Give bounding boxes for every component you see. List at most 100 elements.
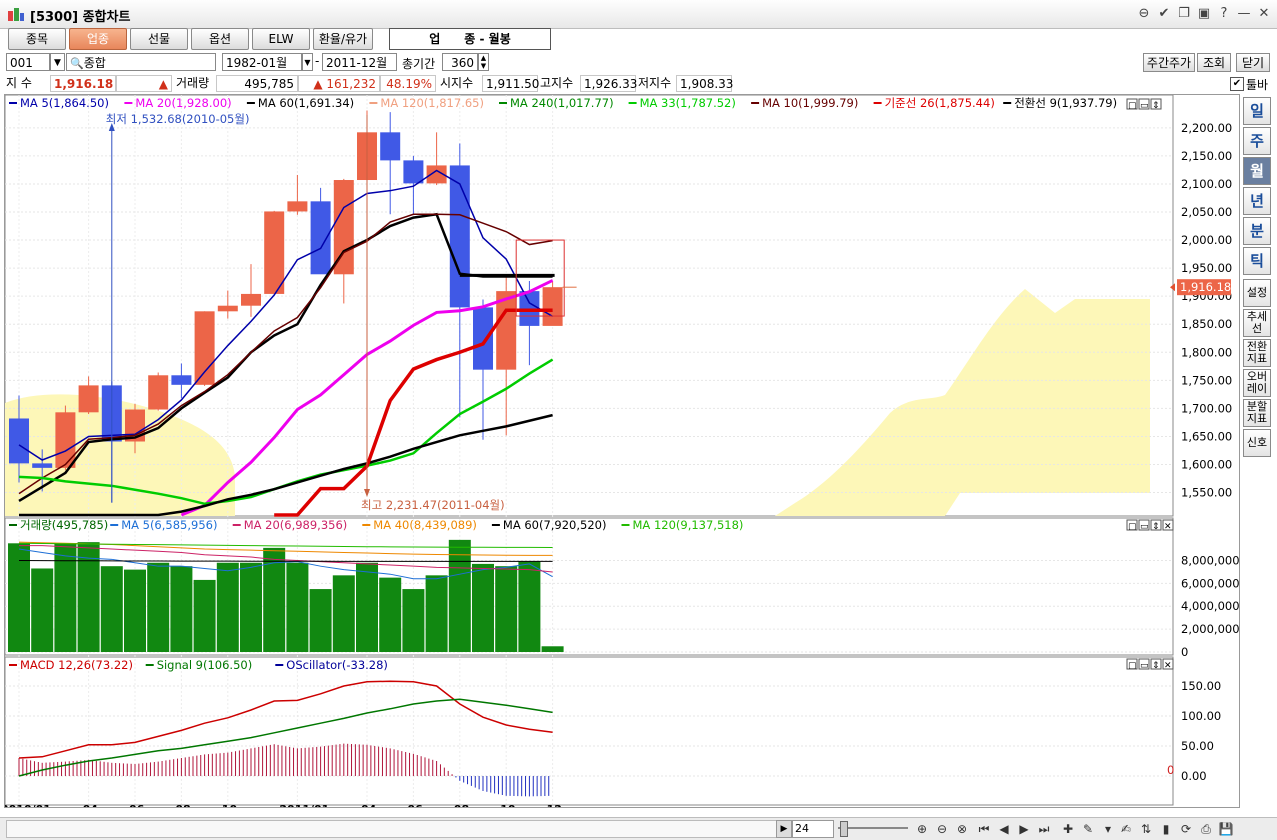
volume-legend-item: MA 120(9,137,518) (633, 518, 744, 532)
period-input[interactable]: 360 (442, 53, 478, 71)
period-button-11[interactable]: 신호 (1243, 429, 1271, 457)
search-icon[interactable]: 🔍 (70, 57, 84, 70)
bar-icon[interactable]: ▮ (1158, 821, 1174, 837)
x-tick-label: 10 (500, 803, 516, 807)
candle-body (264, 211, 285, 294)
panel-control-icon: ▢ (1128, 101, 1137, 111)
refresh-icon[interactable]: ⟳ (1178, 821, 1194, 837)
panel-control-icon: ▢ (1128, 522, 1137, 532)
macd-legend-item: Signal 9(106.50) (157, 658, 253, 672)
candle-body (148, 375, 169, 410)
check-icon[interactable]: ✔ (1156, 6, 1172, 22)
display-count-input[interactable]: 24 (792, 820, 834, 838)
draw-icon[interactable]: ✍ (1118, 821, 1134, 837)
period-button-10[interactable]: 분할지표 (1243, 399, 1271, 427)
scroll-right-icon[interactable]: ▶ (776, 820, 792, 838)
period-button-1[interactable]: 주 (1243, 127, 1271, 155)
minimize-icon[interactable]: — (1236, 6, 1252, 22)
low-value: 1,908.33 (676, 75, 733, 92)
low-annotation-text: 최저 1,532.68(2010-05월) (106, 112, 250, 126)
volume-bar (54, 543, 77, 652)
zoom-out-icon[interactable]: ⊖ (934, 821, 950, 837)
volume-legend-item: 거래량(495,785) (20, 518, 108, 532)
change-value: ▲ 68.67 (116, 75, 172, 108)
x-tick-label: 2011/01 (279, 803, 329, 807)
period-button-5[interactable]: 틱 (1243, 247, 1271, 275)
period-button-6[interactable]: 설정 (1243, 279, 1271, 307)
close-icon[interactable]: ✕ (1256, 6, 1272, 22)
period-button-9[interactable]: 오버레이 (1243, 369, 1271, 397)
start-date-dropdown-icon[interactable]: ▼ (302, 53, 313, 71)
chart-svg[interactable]: 1,550.00 1,600.00 1,650.00 1,700.00 1,750.00… (5, 95, 1239, 807)
price-tick-label: 1,700.00 (1181, 401, 1232, 415)
industry-period-label: 업 종 - 월봉 (389, 28, 551, 50)
volume-legend-item: MA 20(6,989,356) (244, 518, 348, 532)
price-tick-label: 2,050.00 (1181, 205, 1232, 219)
x-tick-label: 06 (129, 803, 145, 807)
tab-industry[interactable]: 업종 (69, 28, 127, 50)
horizontal-scrollbar[interactable] (6, 820, 778, 838)
volume-bar (448, 539, 471, 652)
volume-bar (100, 566, 123, 652)
price-tick-label: 1,550.00 (1181, 486, 1232, 500)
weekly-price-button[interactable]: 주간주가 (1143, 53, 1195, 72)
restore-icon[interactable]: ▣ (1196, 6, 1212, 22)
print-icon[interactable]: ⎙ (1198, 821, 1214, 837)
dropdown-icon[interactable]: ▾ (1100, 821, 1116, 837)
volume-bar (425, 575, 448, 652)
indicator-icon[interactable]: ⇅ (1138, 821, 1154, 837)
close-button[interactable]: 닫기 (1236, 53, 1270, 72)
first-page-icon[interactable]: ⏮ (976, 821, 992, 837)
zoom-slider[interactable] (838, 820, 908, 837)
period-button-4[interactable]: 분 (1243, 217, 1271, 245)
tab-elw[interactable]: ELW (252, 28, 310, 50)
code-dropdown-icon[interactable]: ▼ (50, 53, 65, 71)
zoom-in-icon[interactable]: ⊕ (914, 821, 930, 837)
price-legend-item: MA 33(1,787.52) (640, 96, 736, 110)
chart-area[interactable]: 1,550.00 1,600.00 1,650.00 1,700.00 1,750.00… (4, 94, 1240, 808)
candle-body (380, 132, 401, 161)
zoom-reset-icon[interactable]: ⊗ (954, 821, 970, 837)
period-button-8[interactable]: 전환지표 (1243, 339, 1271, 367)
volume-change: ▲ 161,232 천 (298, 75, 380, 108)
panel-control-icon: ⇕ (1152, 101, 1160, 111)
price-tick-label: 2,100.00 (1181, 177, 1232, 191)
period-button-7[interactable]: 추세선 (1243, 309, 1271, 337)
prev-icon[interactable]: ◀ (996, 821, 1012, 837)
pen-icon[interactable]: ✎ (1080, 821, 1096, 837)
macd-zero-tag: 0 (1167, 763, 1174, 777)
panel-control-icon: ▭ (1140, 522, 1149, 532)
period-spinner[interactable]: ▲ ▼ (478, 53, 489, 71)
tray-icon[interactable]: ⊖ (1136, 6, 1152, 22)
price-legend-item: MA 20(1,928.00) (135, 96, 231, 110)
last-page-icon[interactable]: ⏭ (1036, 821, 1052, 837)
period-button-3[interactable]: 년 (1243, 187, 1271, 215)
volume-legend-item: MA 40(8,439,089) (373, 518, 477, 532)
tab-stock[interactable]: 종목 (8, 28, 66, 50)
candle-body (55, 412, 76, 468)
volume-bar (541, 646, 564, 652)
period-button-0[interactable]: 일 (1243, 97, 1271, 125)
toolbar-toggle-checkbox[interactable]: ✔ (1230, 77, 1244, 91)
query-button[interactable]: 조회 (1197, 53, 1231, 72)
tab-options[interactable]: 옵션 (191, 28, 249, 50)
next-icon[interactable]: ▶ (1016, 821, 1032, 837)
price-tick-label: 1,600.00 (1181, 458, 1232, 472)
crosshair-icon[interactable]: ✚ (1060, 821, 1076, 837)
tab-fx-oil[interactable]: 환율/유가 (313, 28, 373, 50)
code-input[interactable]: 001 (6, 53, 50, 71)
start-date-field[interactable]: 1982-01월 (222, 53, 302, 71)
help-icon[interactable]: ? (1216, 6, 1232, 22)
tab-futures[interactable]: 선물 (130, 28, 188, 50)
end-date-field[interactable]: 2011-12월 (322, 53, 397, 71)
copy-icon[interactable]: ❐ (1176, 6, 1192, 22)
volume-bar (124, 569, 146, 652)
period-button-2[interactable]: 월 (1243, 157, 1271, 185)
search-input[interactable]: 🔍종합 (66, 53, 216, 71)
volume-bar (356, 562, 378, 652)
candle-body (473, 307, 493, 370)
price-tick-label: 1,950.00 (1181, 261, 1232, 275)
volume-bar (309, 589, 332, 652)
volume-tick-label: 6,000,000 (1181, 576, 1239, 590)
save-icon[interactable]: 💾 (1218, 821, 1234, 837)
